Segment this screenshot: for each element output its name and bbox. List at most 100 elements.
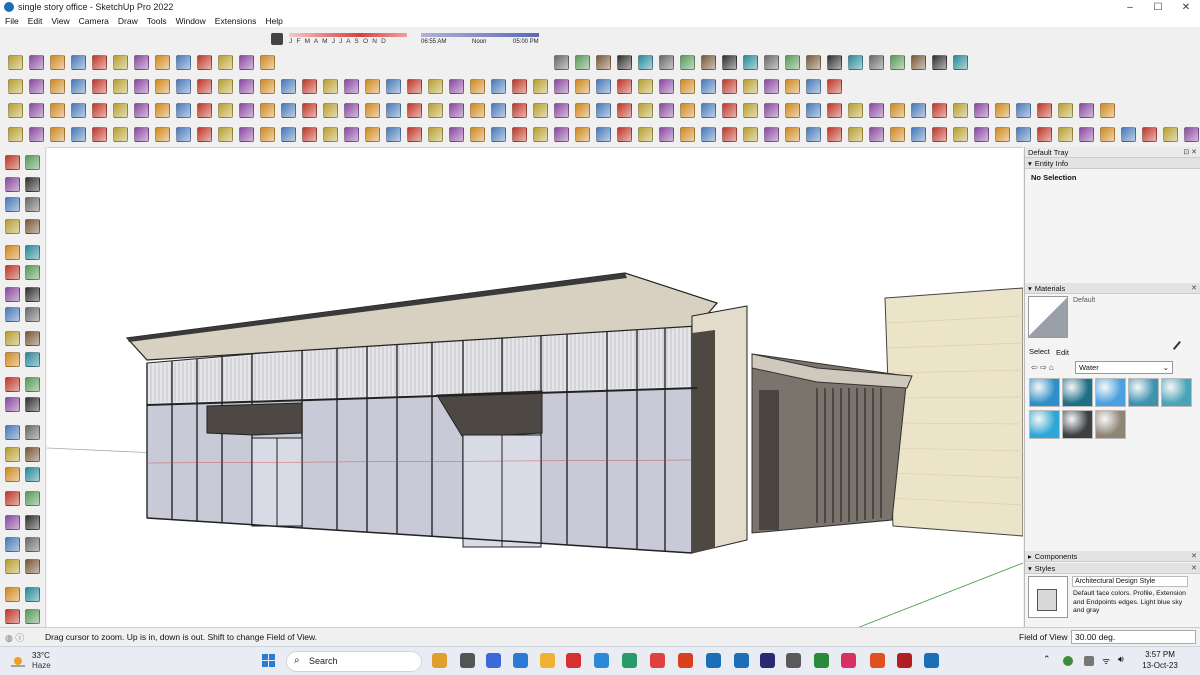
tool-icon[interactable] xyxy=(638,79,653,94)
tool-icon[interactable] xyxy=(911,55,926,70)
maximize-button[interactable]: ☐ xyxy=(1144,0,1172,14)
tool-icon[interactable] xyxy=(533,103,548,118)
tool-icon[interactable] xyxy=(239,55,254,70)
chevron-up-icon[interactable]: ⌃ xyxy=(1043,654,1051,665)
materials-header[interactable]: ▾ Materials ✕ xyxy=(1025,283,1200,294)
tool-icon[interactable] xyxy=(5,219,20,234)
geo-location-icon[interactable]: ◍ ⓘ xyxy=(5,631,24,644)
tool-icon[interactable] xyxy=(701,79,716,94)
taskbar-app-icon[interactable] xyxy=(566,653,581,668)
tool-icon[interactable] xyxy=(554,79,569,94)
menu-view[interactable]: View xyxy=(51,16,69,26)
tool-icon[interactable] xyxy=(1184,127,1199,142)
tool-icon[interactable] xyxy=(764,55,779,70)
taskbar-app-icon[interactable] xyxy=(897,653,912,668)
tool-icon[interactable] xyxy=(218,55,233,70)
tool-icon[interactable] xyxy=(218,127,233,142)
tool-icon[interactable] xyxy=(92,79,107,94)
tool-icon[interactable] xyxy=(176,103,191,118)
tool-icon[interactable] xyxy=(5,197,20,212)
tool-icon[interactable] xyxy=(50,79,65,94)
taskbar-app-icon[interactable] xyxy=(760,653,775,668)
tool-icon[interactable] xyxy=(134,79,149,94)
tool-icon[interactable] xyxy=(5,307,20,322)
tool-icon[interactable] xyxy=(659,79,674,94)
time-slider[interactable] xyxy=(421,33,539,37)
tray-pin-icon[interactable]: ⊡ ✕ xyxy=(1183,148,1197,156)
tool-icon[interactable] xyxy=(617,127,632,142)
tool-icon[interactable] xyxy=(764,127,779,142)
tool-icon[interactable] xyxy=(890,103,905,118)
tool-icon[interactable] xyxy=(995,127,1010,142)
tool-icon[interactable] xyxy=(617,79,632,94)
tool-icon[interactable] xyxy=(5,425,20,440)
tool-icon[interactable] xyxy=(722,103,737,118)
tool-icon[interactable] xyxy=(29,103,44,118)
tool-icon[interactable] xyxy=(5,331,20,346)
tool-icon[interactable] xyxy=(575,127,590,142)
material-swatch[interactable] xyxy=(1095,410,1126,439)
tab-edit[interactable]: Edit xyxy=(1056,348,1069,357)
tool-icon[interactable] xyxy=(491,79,506,94)
tool-icon[interactable] xyxy=(806,55,821,70)
tool-icon[interactable] xyxy=(134,55,149,70)
tool-icon[interactable] xyxy=(512,103,527,118)
tool-icon[interactable] xyxy=(5,265,20,280)
tool-icon[interactable] xyxy=(176,127,191,142)
tool-icon[interactable] xyxy=(25,587,40,602)
tool-icon[interactable] xyxy=(5,352,20,367)
tool-icon[interactable] xyxy=(512,127,527,142)
tool-icon[interactable] xyxy=(5,515,20,530)
tool-icon[interactable] xyxy=(92,55,107,70)
tool-icon[interactable] xyxy=(407,79,422,94)
tool-icon[interactable] xyxy=(848,103,863,118)
tool-icon[interactable] xyxy=(386,103,401,118)
taskbar-app-icon[interactable] xyxy=(814,653,829,668)
tool-icon[interactable] xyxy=(25,331,40,346)
tool-icon[interactable] xyxy=(25,447,40,462)
shadow-toggle-icon[interactable] xyxy=(271,33,283,45)
tool-icon[interactable] xyxy=(344,79,359,94)
tool-icon[interactable] xyxy=(680,79,695,94)
tool-icon[interactable] xyxy=(71,55,86,70)
tool-icon[interactable] xyxy=(386,79,401,94)
tool-icon[interactable] xyxy=(323,127,338,142)
tool-icon[interactable] xyxy=(218,103,233,118)
tool-icon[interactable] xyxy=(701,103,716,118)
tool-icon[interactable] xyxy=(470,103,485,118)
tool-icon[interactable] xyxy=(386,127,401,142)
close-icon[interactable]: ✕ xyxy=(1191,552,1197,560)
tool-icon[interactable] xyxy=(8,103,23,118)
tool-icon[interactable] xyxy=(869,55,884,70)
tool-icon[interactable] xyxy=(722,127,737,142)
tool-icon[interactable] xyxy=(890,55,905,70)
tool-icon[interactable] xyxy=(428,103,443,118)
tool-icon[interactable] xyxy=(1058,127,1073,142)
tool-icon[interactable] xyxy=(512,79,527,94)
tool-icon[interactable] xyxy=(575,103,590,118)
tool-icon[interactable] xyxy=(8,55,23,70)
tool-icon[interactable] xyxy=(281,79,296,94)
material-swatch[interactable] xyxy=(1161,378,1192,407)
measurement-box[interactable]: 30.00 deg. xyxy=(1071,630,1196,644)
taskbar-app-icon[interactable] xyxy=(513,653,528,668)
menu-camera[interactable]: Camera xyxy=(79,16,109,26)
tool-icon[interactable] xyxy=(302,127,317,142)
tool-icon[interactable] xyxy=(5,447,20,462)
tool-icon[interactable] xyxy=(470,79,485,94)
tool-icon[interactable] xyxy=(1037,103,1052,118)
tool-icon[interactable] xyxy=(29,79,44,94)
taskbar-app-icon[interactable] xyxy=(786,653,801,668)
tool-icon[interactable] xyxy=(701,127,716,142)
tool-icon[interactable] xyxy=(1016,103,1031,118)
tool-icon[interactable] xyxy=(5,559,20,574)
tool-icon[interactable] xyxy=(281,127,296,142)
tool-icon[interactable] xyxy=(5,537,20,552)
month-slider[interactable] xyxy=(289,33,407,37)
start-icon[interactable] xyxy=(262,654,276,668)
tool-icon[interactable] xyxy=(827,79,842,94)
tool-icon[interactable] xyxy=(827,55,842,70)
tool-icon[interactable] xyxy=(113,79,128,94)
tool-icon[interactable] xyxy=(218,79,233,94)
tool-icon[interactable] xyxy=(533,79,548,94)
